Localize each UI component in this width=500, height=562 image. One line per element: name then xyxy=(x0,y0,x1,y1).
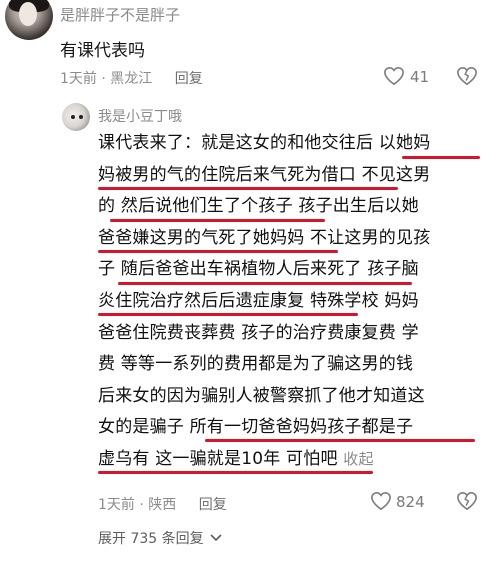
reply-time: 1天前 xyxy=(98,497,135,513)
reply-line: 爸爸住院费丧葬费 孩子的治疗费康复费 学 xyxy=(98,322,419,343)
reply-text: 课代表来了：就是这女的和他交往后 以她妈 妈被男的气的住院后来气死为借口 不见这… xyxy=(98,128,470,476)
comment-meta: 1天前 · 黑龙江 回复 xyxy=(60,71,203,87)
reply-line: 课代表来了：就是这女的和他交往后 以她妈 xyxy=(98,133,431,153)
expand-replies-label[interactable]: 展开 735 条回复 xyxy=(98,528,204,548)
reply-line: 女的是骗子 所有一切爸爸妈妈孩子都是子 xyxy=(98,417,414,438)
comment-reply-button[interactable]: 回复 xyxy=(175,71,203,87)
reply-line: 费 等等一系列的费用都是为了骗这男的钱 xyxy=(98,354,414,375)
heart-icon[interactable] xyxy=(383,66,405,86)
reply-line: 后来女的因为骗别人被警察抓了他才知道这 xyxy=(98,385,425,406)
reply-line: 子 随后爸爸出车祸植物人后来死了 孩子脑 xyxy=(98,259,419,280)
reply-line: 炎住院治疗然后后遗症康复 特殊学校 妈妈 xyxy=(98,290,419,311)
reply-avatar[interactable] xyxy=(62,103,90,131)
reply-line: 虚乌有 这一骗就是10年 可怕吧 xyxy=(98,448,338,469)
reply-reply-button[interactable]: 回复 xyxy=(199,497,227,513)
reply-username[interactable]: 我是小豆丁哦 xyxy=(98,106,182,126)
expand-replies-button[interactable]: 展开 735 条回复 xyxy=(98,528,222,548)
reply-like-count: 824 xyxy=(396,493,425,511)
dislike-heart-icon[interactable] xyxy=(456,66,478,86)
collapse-button[interactable]: 收起 xyxy=(343,450,373,468)
avatar[interactable] xyxy=(5,0,53,40)
comment-time: 1天前 xyxy=(60,71,97,87)
reply-meta: 1天前 · 陕西 回复 xyxy=(98,497,227,513)
reply-location: 陕西 xyxy=(148,497,177,513)
chevron-down-icon xyxy=(210,534,222,542)
heart-icon[interactable] xyxy=(370,491,392,511)
dislike-heart-icon[interactable] xyxy=(456,491,478,511)
reply-line: 爸爸嫌这男的气死了她妈妈 不让这男的见孩 xyxy=(98,227,431,248)
reply-last-line: 虚乌有 这一骗就是10年 可怕吧 收起 xyxy=(98,444,470,476)
reply-line: 妈被男的气的住院后来气死为借口 不见这男 xyxy=(98,164,431,185)
reply-line: 的 然后说他们生了个孩子 孩子出生后以她 xyxy=(98,196,419,217)
comment-location: 黑龙江 xyxy=(110,71,153,87)
comment-like-count: 41 xyxy=(410,68,430,86)
comment-text: 有课代表吗 xyxy=(60,41,145,61)
comment-username[interactable]: 是胖胖子不是胖子 xyxy=(60,4,180,25)
